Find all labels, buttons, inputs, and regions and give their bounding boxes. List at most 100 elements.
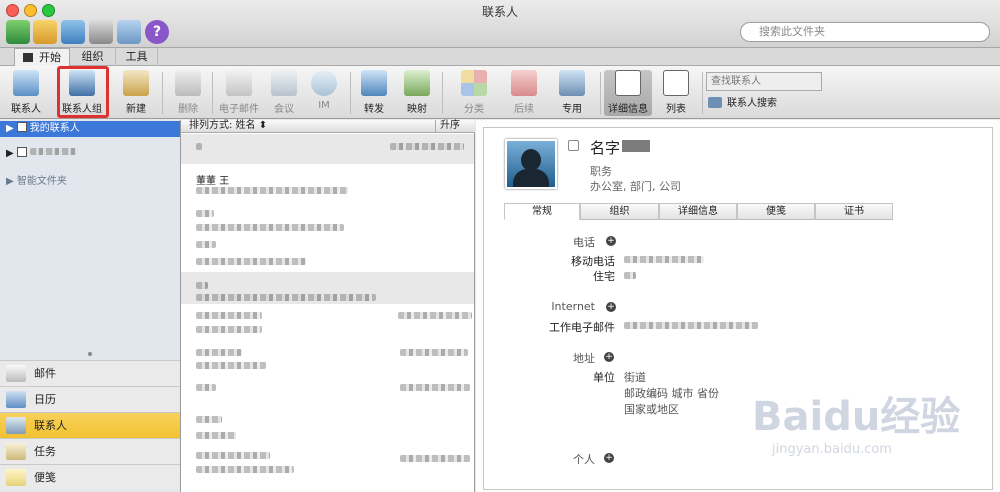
sort-order[interactable]: 升序 — [435, 120, 460, 132]
detail-view-icon — [615, 70, 641, 96]
work-email-value[interactable] — [624, 322, 758, 329]
tab-tools[interactable]: 工具 — [116, 48, 158, 66]
tab-details[interactable]: 详细信息 — [659, 203, 737, 220]
notes-icon[interactable] — [117, 20, 141, 44]
folder-account[interactable]: ▶ — [0, 146, 180, 162]
delete-button[interactable]: 删除 — [166, 70, 210, 116]
notes-icon — [6, 469, 26, 486]
add-internet-icon[interactable]: + — [606, 302, 616, 312]
resize-handle[interactable] — [88, 352, 92, 356]
job-title-field[interactable]: 职务 — [590, 163, 612, 179]
private-button[interactable]: 专用 — [550, 70, 594, 116]
send-receive-icon[interactable] — [6, 20, 30, 44]
list-item[interactable] — [196, 210, 214, 217]
checkbox[interactable] — [16, 122, 27, 132]
new-item-button[interactable]: 新建 — [114, 70, 158, 116]
tab-home[interactable]: 开始 — [14, 48, 70, 66]
nav-calendar[interactable]: 日历 — [0, 386, 180, 412]
help-icon[interactable]: ? — [145, 20, 169, 44]
highlight-box — [57, 66, 109, 118]
list-item[interactable] — [196, 432, 236, 439]
ribbon-toolbar: 联系人 联系人组 新建 删除 电子邮件 会议 IM 转发 映射 分类 后续 专用… — [0, 66, 1000, 119]
list-item[interactable] — [196, 187, 348, 194]
add-phone-icon[interactable]: + — [606, 236, 616, 246]
detail-view-button[interactable]: 详细信息 — [604, 70, 652, 116]
contact-name[interactable]: 董董 王 — [196, 172, 229, 187]
internet-section-label: Internet — [551, 300, 595, 313]
nav-mail[interactable]: 邮件 — [0, 360, 180, 386]
email-button[interactable]: 电子邮件 — [214, 70, 264, 116]
list-item — [400, 455, 470, 462]
contact-photo[interactable] — [505, 139, 557, 189]
forward-button[interactable]: 转发 — [352, 70, 396, 116]
street-field[interactable]: 街道 — [624, 369, 646, 385]
work-email-label[interactable]: 工作电子邮件 — [500, 319, 615, 335]
tab-general[interactable]: 常规 — [504, 203, 580, 220]
new-contact-button[interactable]: 联系人 — [4, 70, 48, 116]
list-view-button[interactable]: 列表 — [654, 70, 698, 116]
tab-organization[interactable]: 组织 — [580, 203, 659, 220]
categorize-button[interactable]: 分类 — [452, 70, 496, 116]
list-item[interactable] — [196, 326, 262, 333]
follow-up-button[interactable]: 后续 — [502, 70, 546, 116]
list-item[interactable] — [196, 349, 242, 356]
address-section-label: 地址 — [573, 352, 595, 365]
list-view-icon — [663, 70, 689, 96]
nav-contacts[interactable]: 联系人 — [0, 412, 180, 438]
contact-card-icon — [13, 70, 39, 96]
redo-icon[interactable] — [61, 20, 85, 44]
flag-icon — [511, 70, 537, 96]
contacts-icon — [6, 417, 26, 434]
tab-certificates[interactable]: 证书 — [815, 203, 893, 220]
calendar-icon — [6, 391, 26, 408]
folder-search-input[interactable]: 搜索此文件夹 — [740, 22, 990, 42]
home-phone-value[interactable] — [624, 272, 636, 279]
mobile-phone-label[interactable]: 移动电话 — [520, 253, 615, 269]
list-item[interactable] — [196, 282, 208, 289]
mobile-phone-value[interactable] — [624, 256, 704, 263]
list-item[interactable] — [196, 384, 216, 391]
print-icon[interactable] — [89, 20, 113, 44]
work-address-label[interactable]: 单位 — [520, 369, 615, 385]
list-item[interactable] — [196, 416, 222, 423]
meeting-button[interactable]: 会议 — [262, 70, 306, 116]
list-item[interactable] — [196, 452, 270, 459]
list-item — [398, 312, 472, 319]
home-phone-label[interactable]: 住宅 — [520, 268, 615, 284]
folder-smart-folders[interactable]: ▶ 智能文件夹 — [0, 174, 180, 190]
add-address-icon[interactable]: + — [604, 352, 614, 362]
undo-icon[interactable] — [33, 20, 57, 44]
map-button[interactable]: 映射 — [395, 70, 439, 116]
sort-by-name[interactable]: 排列方式: 姓名 ⬍ — [189, 120, 267, 132]
find-contact-input[interactable]: 查找联系人 — [706, 72, 822, 91]
tab-notes[interactable]: 便笺 — [737, 203, 815, 220]
flag-checkbox[interactable] — [568, 140, 579, 151]
list-item[interactable] — [196, 143, 202, 150]
list-item[interactable] — [196, 241, 216, 248]
list-item[interactable] — [196, 258, 306, 265]
ribbon-separator — [442, 72, 443, 114]
contact-search-button[interactable]: 联系人搜索 — [708, 96, 828, 112]
window-title: 联系人 — [481, 5, 518, 19]
list-item[interactable] — [196, 362, 266, 369]
country-field[interactable]: 国家或地区 — [624, 401, 679, 417]
tab-organize[interactable]: 组织 — [70, 48, 116, 66]
ribbon-tab-bar: 开始 组织 工具 — [0, 48, 1000, 66]
list-item[interactable] — [196, 224, 344, 231]
folder-my-contacts[interactable]: ▶ 我的联系人 — [0, 121, 180, 137]
blurred-account-name — [29, 148, 78, 155]
list-item[interactable] — [196, 466, 294, 473]
postal-city-field[interactable]: 邮政编码 城市 省份 — [624, 385, 719, 401]
list-item[interactable] — [196, 294, 376, 301]
nav-notes[interactable]: 便笺 — [0, 464, 180, 490]
map-icon — [404, 70, 430, 96]
company-field[interactable]: 办公室, 部门, 公司 — [590, 178, 681, 194]
add-personal-icon[interactable]: + — [604, 453, 614, 463]
watermark-url: jingyan.baidu.com — [772, 442, 892, 457]
ribbon-separator — [212, 72, 213, 114]
list-item[interactable] — [196, 312, 262, 319]
nav-tasks[interactable]: 任务 — [0, 438, 180, 464]
name-field[interactable]: 名字 — [590, 137, 620, 158]
im-button[interactable]: IM — [302, 70, 346, 116]
checkbox[interactable] — [16, 147, 27, 157]
